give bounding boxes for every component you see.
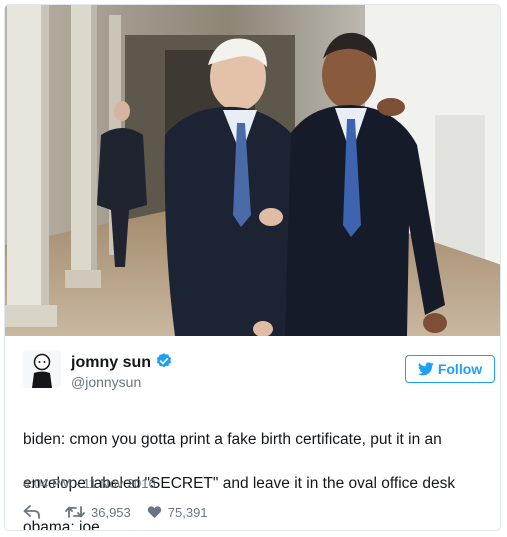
tweet-timestamp[interactable]: 4:04 PM - 11 Nov 2016 [23,476,156,491]
heart-icon [147,506,161,519]
retweet-button[interactable]: 36,953 [65,505,131,520]
like-count: 75,391 [167,504,208,520]
tweet-author: jomny sun @jonnysun Follow [23,350,495,394]
like-button[interactable]: 75,391 [147,505,208,520]
follow-label: Follow [437,361,483,377]
reply-button[interactable] [23,505,41,519]
retweet-count: 36,953 [91,504,131,520]
author-names: jomny sun @jonnysun [71,352,173,391]
handle[interactable]: @jonnysun [71,373,173,391]
follow-button[interactable]: Follow [405,355,495,383]
tweet-text-line: biden: cmon you gotta print a fake birth… [23,431,442,448]
tweet-photo[interactable] [5,5,501,336]
tweet-card: jomny sun @jonnysun Follow biden: cmon y… [4,4,501,531]
avatar[interactable] [23,350,61,388]
retweet-icon [65,506,85,518]
verified-badge-icon [156,353,172,368]
reply-arrow-icon [23,505,40,519]
display-name[interactable]: jomny sun [71,354,151,371]
twitter-bird-icon [417,362,434,376]
tweet-actions: 36,953 75,391 [23,502,208,522]
